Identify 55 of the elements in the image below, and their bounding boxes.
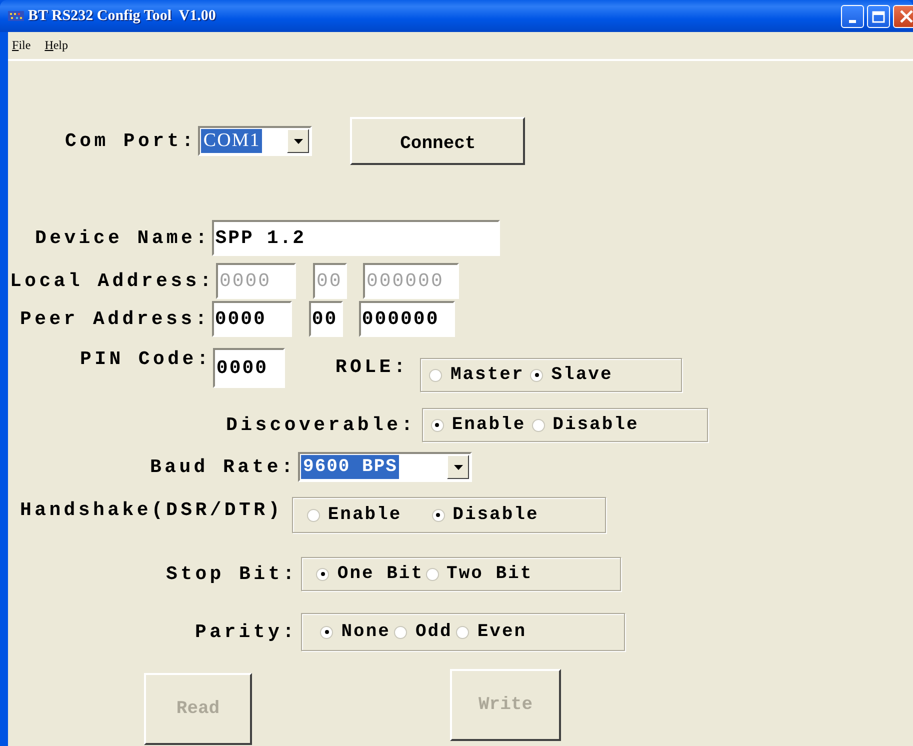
minimize-button[interactable] — [841, 4, 864, 28]
radio-option[interactable]: Enable — [306, 505, 402, 525]
radio-button[interactable] — [394, 626, 408, 638]
radio-button[interactable] — [432, 508, 445, 522]
field-label: PIN Code: — [80, 348, 212, 370]
menu-item[interactable]: Help — [42, 38, 70, 53]
input-field[interactable]: SPP 1.2 — [212, 220, 500, 256]
radio-option[interactable]: Master — [429, 365, 524, 385]
maximize-icon — [872, 10, 885, 22]
field-label: Peer Address: — [20, 308, 210, 330]
radio-option[interactable]: One Bit — [316, 564, 424, 584]
radio-option[interactable]: None — [320, 622, 390, 642]
radio-button[interactable] — [532, 418, 545, 432]
field-label: Local Address: — [10, 270, 214, 292]
radio-button[interactable] — [429, 368, 442, 382]
address-field[interactable]: 000000 — [358, 301, 455, 337]
caret-icon — [294, 138, 303, 144]
radio-option[interactable]: Two Bit — [426, 564, 533, 584]
address-field[interactable]: 0000 — [212, 301, 292, 337]
window-title: BT RS232 Config Tool V1.00 — [28, 8, 216, 24]
minimize-icon — [849, 20, 856, 22]
dropdown-field[interactable]: 9600 BPS — [298, 452, 472, 482]
menu-item[interactable]: File — [10, 38, 33, 53]
radio-button[interactable] — [320, 626, 334, 638]
radio-option[interactable]: Even — [456, 622, 527, 642]
field-label: Stop Bit: — [166, 563, 298, 585]
field-label: Baud Rate: — [150, 456, 296, 478]
radio-button[interactable] — [530, 368, 544, 382]
radio-option[interactable]: Disable — [432, 505, 539, 525]
connect-button[interactable]: Connect — [350, 117, 526, 165]
dropdown-button[interactable] — [447, 455, 470, 479]
dropdown-field[interactable]: COM1 — [198, 126, 312, 156]
radio-button[interactable] — [456, 626, 470, 638]
maximize-button[interactable] — [867, 4, 890, 28]
field-label: Parity: — [195, 621, 298, 643]
app-icon — [8, 9, 24, 23]
input-field[interactable]: 0000 — [213, 348, 286, 388]
radio-button[interactable] — [306, 508, 320, 522]
radio-button[interactable] — [426, 568, 439, 580]
radio-button[interactable] — [316, 568, 330, 580]
field-label: Device Name: — [35, 227, 210, 249]
field-label: ROLE: — [335, 356, 408, 378]
caret-icon — [454, 464, 463, 470]
radio-option[interactable]: Slave — [530, 365, 613, 385]
close-icon — [900, 10, 912, 22]
field-label: Com Port: — [65, 130, 196, 152]
close-button[interactable] — [893, 4, 913, 28]
dropdown-button[interactable] — [287, 129, 310, 153]
radio-button[interactable] — [430, 418, 444, 432]
radio-option[interactable]: Enable — [430, 415, 526, 435]
radio-option[interactable]: Disable — [532, 415, 639, 435]
radio-option[interactable]: Odd — [394, 622, 452, 642]
field-label: Handshake(DSR/DTR) — [20, 499, 283, 521]
field-label: Discoverable: — [226, 414, 416, 436]
address-field[interactable]: 00 — [308, 301, 343, 337]
